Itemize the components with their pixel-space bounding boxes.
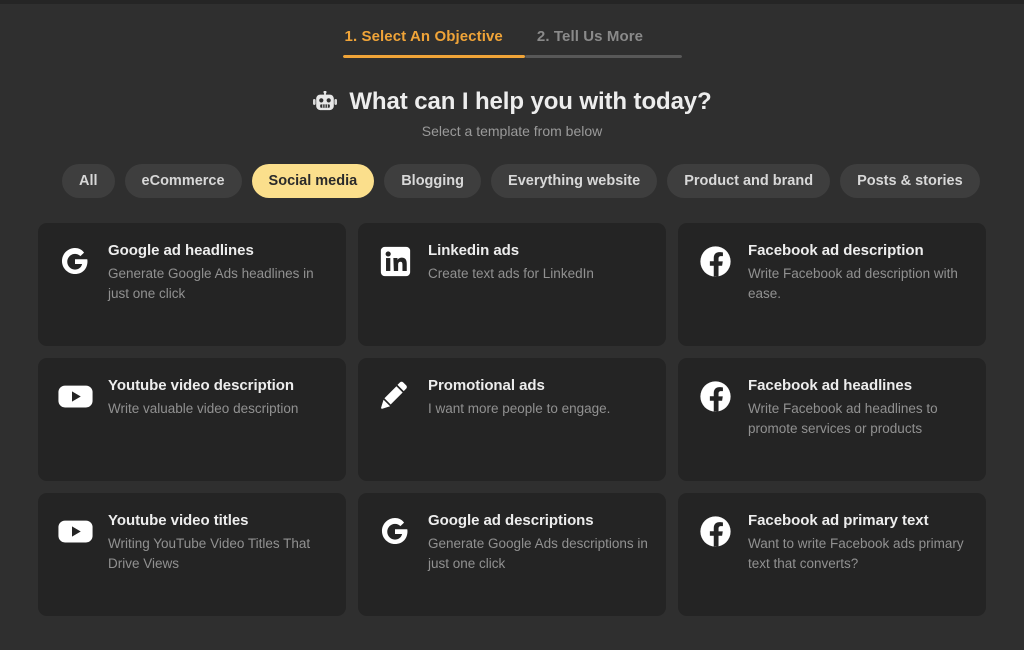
template-card-description: Want to write Facebook ads primary text … <box>748 536 964 572</box>
template-card-description: Write Facebook ad headlines to promote s… <box>748 401 938 437</box>
template-card-title: Facebook ad primary text <box>748 512 929 529</box>
template-card[interactable]: Promotional ads I want more people to en… <box>358 358 666 481</box>
page-subtitle: Select a template from below <box>421 123 603 139</box>
template-card-description: Write valuable video description <box>108 401 299 416</box>
step-tabs: 1. Select An Objective 2. Tell Us More <box>0 28 1024 58</box>
template-card-title: Google ad headlines <box>108 242 254 259</box>
template-card-title: Facebook ad headlines <box>748 377 913 394</box>
template-card[interactable]: Linkedin ads Create text ads for LinkedI… <box>358 223 666 346</box>
page-title: What can I help you with today? <box>349 88 712 115</box>
page-heading: What can I help you with today? Select a… <box>312 88 712 139</box>
template-card[interactable]: Google ad headlines Generate Google Ads … <box>38 223 346 346</box>
youtube-icon <box>56 377 94 415</box>
chip-social-media[interactable]: Social media <box>251 164 375 198</box>
template-picker-page: 1. Select An Objective 2. Tell Us More W… <box>0 0 1024 650</box>
template-card[interactable]: Youtube video description Write valuable… <box>38 358 346 481</box>
step-progress-inactive <box>524 55 682 58</box>
chip-everything-website[interactable]: Everything website <box>491 164 658 198</box>
template-card[interactable]: Facebook ad description Write Facebook a… <box>678 223 986 346</box>
template-card[interactable]: Facebook ad primary text Want to write F… <box>678 493 986 616</box>
linkedin-icon <box>376 242 414 280</box>
template-card-title: Facebook ad description <box>748 242 924 259</box>
facebook-icon <box>696 512 734 550</box>
google-icon <box>56 242 94 280</box>
template-grid: Google ad headlines Generate Google Ads … <box>4 223 1020 616</box>
template-card-description: Write Facebook ad description with ease. <box>748 266 958 302</box>
template-card-description: I want more people to engage. <box>428 401 611 416</box>
template-card-title: Promotional ads <box>428 377 545 394</box>
template-card[interactable]: Facebook ad headlines Write Facebook ad … <box>678 358 986 481</box>
robot-icon <box>312 90 338 113</box>
chip-ecommerce[interactable]: eCommerce <box>124 164 242 198</box>
step-progress-active <box>342 55 525 58</box>
template-card-description: Generate Google Ads descriptions in just… <box>428 536 648 572</box>
template-card[interactable]: Youtube video titles Writing YouTube Vid… <box>38 493 346 616</box>
facebook-icon <box>696 377 734 415</box>
step-progress-underline <box>342 55 682 58</box>
chip-blogging[interactable]: Blogging <box>384 164 482 198</box>
template-card[interactable]: Google ad descriptions Generate Google A… <box>358 493 666 616</box>
template-card-title: Youtube video titles <box>108 512 249 529</box>
template-card-title: Youtube video description <box>108 377 294 394</box>
template-card-title: Linkedin ads <box>428 242 520 259</box>
youtube-icon <box>56 512 94 550</box>
chip-product-and-brand[interactable]: Product and brand <box>667 164 831 198</box>
category-filter-bar: All eCommerce Social media Blogging Ever… <box>0 164 1024 198</box>
tab-select-an-objective[interactable]: 1. Select An Objective <box>343 28 505 55</box>
template-card-description: Create text ads for LinkedIn <box>428 266 594 281</box>
facebook-icon <box>696 242 734 280</box>
chip-posts-and-stories[interactable]: Posts & stories <box>840 164 980 198</box>
template-card-title: Google ad descriptions <box>428 512 594 529</box>
template-card-description: Writing YouTube Video Titles That Drive … <box>108 536 311 572</box>
chip-all[interactable]: All <box>62 164 115 198</box>
google-icon <box>376 512 414 550</box>
pencil-icon <box>376 377 414 415</box>
tab-tell-us-more[interactable]: 2. Tell Us More <box>535 28 645 55</box>
top-edge-band <box>0 0 1024 4</box>
template-card-description: Generate Google Ads headlines in just on… <box>108 266 314 302</box>
